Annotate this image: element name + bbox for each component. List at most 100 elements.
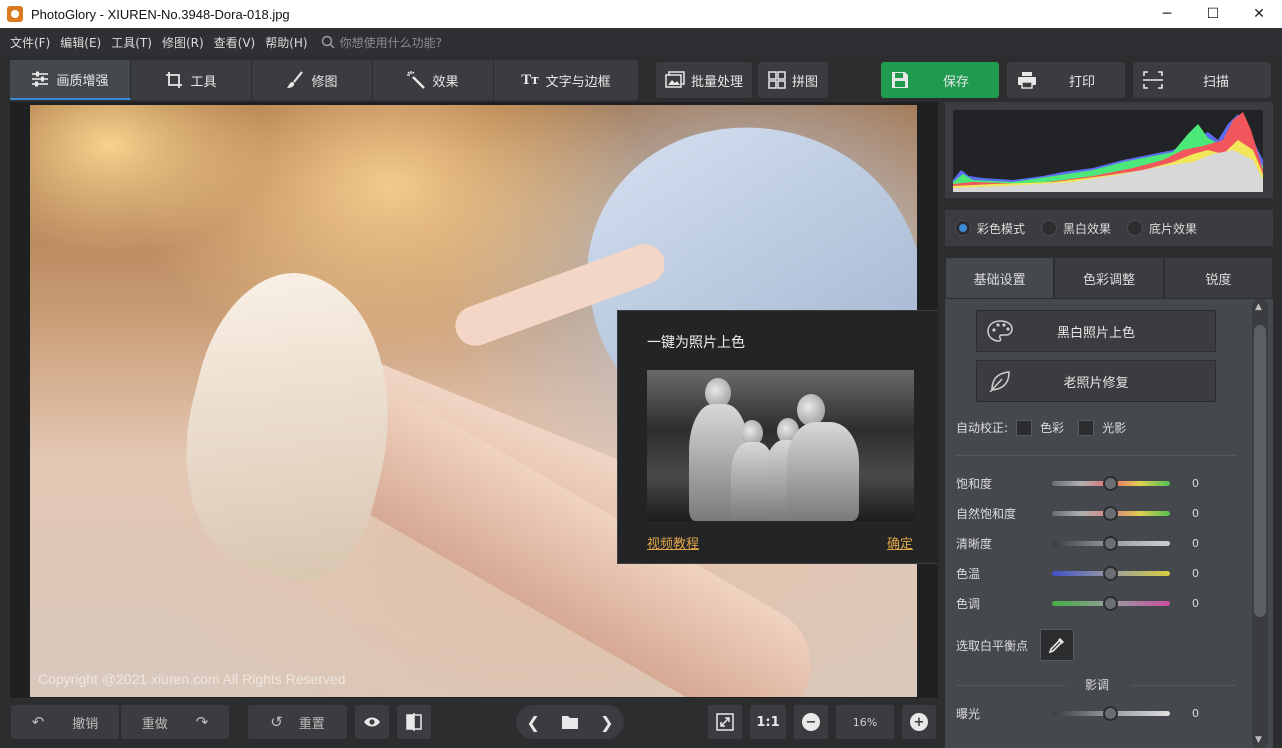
white-balance-picker[interactable]: [1040, 629, 1075, 661]
minimize-button[interactable]: ─: [1144, 0, 1190, 28]
menu-tools[interactable]: 工具(T): [106, 34, 157, 51]
folder-icon[interactable]: [561, 715, 579, 730]
search-icon: [321, 35, 335, 49]
white-balance-label: 选取白平衡点: [956, 638, 1029, 653]
vibrance-slider[interactable]: [1052, 505, 1170, 521]
search-placeholder: 你想使用什么功能?: [339, 35, 442, 50]
tab-sharpness[interactable]: 锐度: [1163, 257, 1273, 299]
menu-help[interactable]: 帮助(H): [260, 34, 312, 51]
saturation-slider[interactable]: [1052, 475, 1170, 491]
tab-retouch[interactable]: 修图: [252, 60, 373, 100]
exposure-slider[interactable]: [1052, 705, 1170, 721]
saturation-slider-row: 饱和度 0: [956, 473, 1246, 493]
auto-color-checkbox[interactable]: [1016, 419, 1033, 436]
settings-scrollbar[interactable]: ▲ ▼: [1252, 299, 1268, 748]
menu-file[interactable]: 文件(F): [5, 34, 55, 51]
scrollbar-thumb[interactable]: [1254, 325, 1266, 617]
mode-negative[interactable]: 底片效果: [1127, 220, 1197, 237]
tab-effects[interactable]: 效果: [373, 60, 494, 100]
radio-selected-icon: [955, 220, 971, 236]
clarity-slider-row: 清晰度 0: [956, 533, 1246, 553]
saturation-slider-handle[interactable]: [1103, 475, 1118, 491]
adjustment-panel: 彩色模式 黑白效果 底片效果 基础设置 色彩调整 锐度 黑白照片上色 老照片修复…: [938, 102, 1282, 748]
exposure-slider-row: 曝光 0: [956, 703, 1246, 723]
temperature-label: 色温: [956, 566, 981, 581]
chevron-right-icon[interactable]: ❯: [600, 713, 613, 732]
popup-sample-photo: [647, 370, 914, 521]
zoom-in-button[interactable]: +: [902, 705, 936, 739]
basic-settings-panel: 黑白照片上色 老照片修复 自动校正: 色彩 光影 饱和度 0 自然饱和度 0 清…: [945, 299, 1273, 748]
mode-color[interactable]: 彩色模式: [955, 220, 1025, 237]
colorize-bw-button[interactable]: 黑白照片上色: [976, 310, 1216, 352]
menu-edit[interactable]: 编辑(E): [55, 34, 106, 51]
mode-bw[interactable]: 黑白效果: [1041, 220, 1111, 237]
clarity-slider-handle[interactable]: [1103, 535, 1118, 551]
zoom-out-button[interactable]: −: [794, 705, 828, 739]
exposure-value: 0: [1192, 706, 1199, 720]
histogram-panel: [945, 102, 1273, 198]
video-tutorial-link[interactable]: 视频教程: [647, 533, 699, 552]
fit-screen-icon: [716, 713, 734, 731]
undo-button[interactable]: ↶ 撤销: [11, 705, 119, 739]
preview-button[interactable]: [355, 705, 389, 739]
reset-button[interactable]: ↺ 重置: [248, 705, 347, 739]
popup-ok-link[interactable]: 确定: [887, 533, 913, 552]
auto-light-checkbox[interactable]: [1078, 419, 1095, 436]
actual-size-button[interactable]: 1:1: [750, 705, 786, 739]
vibrance-label: 自然饱和度: [956, 506, 1017, 521]
tab-text-frames[interactable]: Tт 文字与边框: [494, 60, 638, 100]
vibrance-value: 0: [1192, 506, 1199, 520]
menu-view[interactable]: 查看(V): [209, 34, 261, 51]
title-bar: PhotoGlory - XIUREN-No.3948-Dora-018.jpg…: [0, 0, 1282, 28]
compare-button[interactable]: [397, 705, 431, 739]
tab-color-adjust[interactable]: 色彩调整: [1054, 257, 1164, 299]
restore-old-photo-button[interactable]: 老照片修复: [976, 360, 1216, 402]
temperature-slider[interactable]: [1052, 565, 1170, 581]
reset-label: 重置: [298, 716, 325, 732]
tint-slider-handle[interactable]: [1103, 595, 1118, 611]
save-button[interactable]: 保存: [881, 62, 999, 98]
text-icon: Tт: [521, 71, 539, 88]
sliders-icon: [32, 71, 49, 87]
batch-processing-button[interactable]: 批量处理: [656, 62, 752, 98]
redo-label: 重做: [141, 716, 168, 732]
redo-button[interactable]: 重做 ↷: [121, 705, 229, 739]
scan-button[interactable]: 扫描: [1133, 62, 1271, 98]
maximize-button[interactable]: ☐: [1190, 0, 1236, 28]
app-logo-icon: [7, 6, 23, 22]
tab-effects-label: 效果: [432, 74, 459, 90]
exposure-slider-handle[interactable]: [1103, 705, 1118, 721]
mode-color-label: 彩色模式: [977, 221, 1026, 236]
restore-old-photo-label: 老照片修复: [1063, 375, 1129, 391]
tab-tools-label: 工具: [190, 74, 217, 90]
collage-button[interactable]: 拼图: [758, 62, 828, 98]
colorize-bw-label: 黑白照片上色: [1056, 325, 1135, 341]
eye-icon: [364, 717, 380, 727]
temperature-slider-handle[interactable]: [1103, 565, 1118, 581]
menu-retouch[interactable]: 修图(R): [157, 34, 209, 51]
bottom-bar: ↶ 撤销 重做 ↷ ↺ 重置 ❮ ❯ 1:1 − 16% +: [0, 698, 938, 748]
fit-to-screen-button[interactable]: [708, 705, 742, 739]
mode-bw-label: 黑白效果: [1063, 221, 1112, 236]
save-label: 保存: [943, 74, 970, 90]
zoom-level-field[interactable]: 16%: [836, 705, 894, 739]
vibrance-slider-handle[interactable]: [1103, 505, 1118, 521]
scroll-down-icon[interactable]: ▼: [1255, 735, 1262, 745]
mode-negative-label: 底片效果: [1149, 221, 1198, 236]
photo-watermark: Copyright @2021 xiuren.com All Rights Re…: [38, 671, 346, 687]
tint-slider[interactable]: [1052, 595, 1170, 611]
clarity-slider[interactable]: [1052, 535, 1170, 551]
chevron-left-icon[interactable]: ❮: [527, 713, 540, 732]
palette-icon: [987, 320, 1013, 342]
tab-tools[interactable]: 工具: [131, 60, 252, 100]
scroll-up-icon[interactable]: ▲: [1255, 302, 1262, 312]
undo-label: 撤销: [72, 716, 99, 732]
magic-wand-icon: [407, 71, 426, 89]
tab-basic-settings[interactable]: 基础设置: [945, 257, 1055, 299]
undo-icon: ↶: [31, 713, 45, 731]
feature-search[interactable]: 你想使用什么功能?: [321, 34, 442, 51]
close-button[interactable]: ✕: [1236, 0, 1282, 28]
print-button[interactable]: 打印: [1007, 62, 1125, 98]
tint-value: 0: [1192, 596, 1199, 610]
tab-enhance[interactable]: 画质增强: [10, 60, 131, 100]
